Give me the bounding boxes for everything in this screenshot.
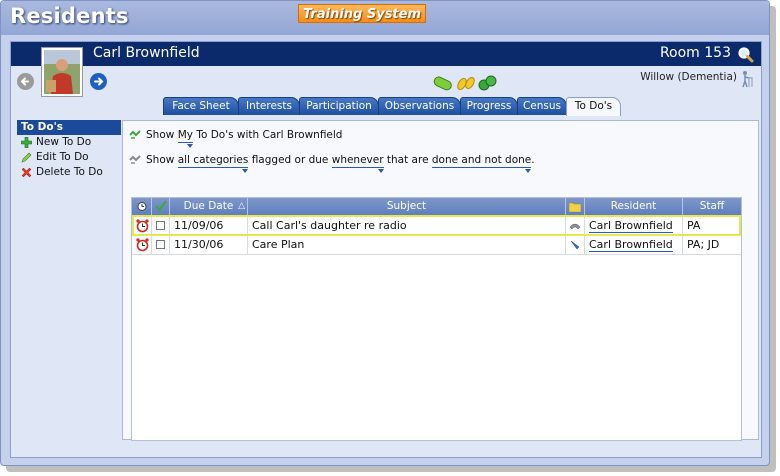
filter-show-label-1: Show bbox=[146, 129, 175, 141]
categories-dropdown[interactable]: all categories bbox=[177, 154, 249, 173]
app-window: Residents Training System Carl Brownfiel… bbox=[0, 0, 770, 466]
alarm-clock-icon bbox=[136, 238, 149, 252]
row-subject: Care Plan bbox=[248, 236, 566, 254]
tab-observations[interactable]: Observations bbox=[378, 97, 461, 115]
row-done-checkbox[interactable] bbox=[152, 217, 170, 234]
tab-interests[interactable]: Interests bbox=[238, 97, 300, 115]
sidebar: To Do's New To Do Edit To Do Delete To D… bbox=[17, 120, 121, 450]
tablets-icon bbox=[478, 75, 497, 91]
category-filter-line: Show all categories flagged or due whene… bbox=[129, 154, 535, 173]
table-row[interactable]: 11/09/06 Call Carl's daughter re radio C… bbox=[132, 215, 741, 236]
row-alarm bbox=[132, 236, 152, 254]
owner-dropdown[interactable]: My bbox=[177, 129, 194, 148]
row-done-checkbox[interactable] bbox=[152, 236, 170, 254]
tab-face-sheet[interactable]: Face Sheet bbox=[163, 97, 239, 115]
previous-resident-button[interactable] bbox=[17, 73, 34, 90]
pencil-icon bbox=[21, 152, 32, 163]
row-type bbox=[566, 236, 585, 254]
row-due-date: 11/30/06 bbox=[170, 236, 248, 254]
due-date-header: Due Date bbox=[183, 200, 234, 212]
sidebar-title: To Do's bbox=[17, 120, 121, 135]
delete-to-do-label: Delete To Do bbox=[36, 166, 103, 178]
training-system-badge: Training System bbox=[298, 4, 426, 23]
capsules-icon bbox=[457, 77, 475, 90]
resident-link[interactable]: Carl Brownfield bbox=[589, 238, 673, 252]
column-staff[interactable]: Staff bbox=[683, 198, 741, 215]
to-do-table: Due Date △ Subject Resident Staff 11/09/… bbox=[131, 197, 742, 441]
row-resident: Carl Brownfield bbox=[585, 236, 683, 254]
row-resident: Carl Brownfield bbox=[585, 217, 683, 234]
when-dropdown[interactable]: whenever bbox=[331, 154, 384, 173]
delete-x-icon bbox=[21, 167, 32, 178]
filter-link-icon bbox=[129, 155, 141, 164]
edit-to-do-label: Edit To Do bbox=[36, 151, 89, 163]
row-due-date: 11/09/06 bbox=[170, 217, 248, 234]
owner-filter-line: Show My To Do's with Carl Brownfield bbox=[129, 129, 343, 148]
tab-participation[interactable]: Participation bbox=[299, 97, 379, 115]
arrow-left-icon bbox=[20, 77, 29, 86]
alarm-clock-icon bbox=[136, 219, 149, 233]
delete-to-do-button[interactable]: Delete To Do bbox=[17, 165, 121, 180]
to-do-content: Show My To Do's with Carl Brownfield Sho… bbox=[122, 120, 759, 441]
tab-progress[interactable]: Progress bbox=[460, 97, 518, 115]
sort-ascending-icon: △ bbox=[238, 201, 245, 211]
search-icon[interactable] bbox=[737, 46, 754, 63]
app-title: Residents bbox=[10, 4, 129, 28]
column-done[interactable] bbox=[152, 198, 170, 215]
row-alarm bbox=[134, 217, 152, 234]
table-header: Due Date △ Subject Resident Staff bbox=[132, 198, 741, 215]
edit-to-do-button[interactable]: Edit To Do bbox=[17, 150, 121, 165]
phone-icon bbox=[569, 223, 581, 230]
that-are-text: that are bbox=[386, 154, 429, 166]
row-staff: PA bbox=[687, 219, 701, 232]
owner-filter-text: To Do's with Carl Brownfield bbox=[196, 129, 343, 141]
row-type bbox=[566, 217, 585, 234]
medication-icons bbox=[433, 75, 497, 91]
alarm-clock-icon bbox=[137, 202, 146, 211]
tab-to-dos[interactable]: To Do's bbox=[566, 97, 621, 116]
room-number: Room 153 bbox=[659, 45, 731, 61]
walker-icon bbox=[742, 71, 753, 88]
next-resident-button[interactable] bbox=[90, 73, 107, 90]
title-bar: Residents Training System bbox=[1, 1, 769, 35]
arrow-right-icon bbox=[94, 77, 104, 86]
table-row[interactable]: 11/30/06 Care Plan Carl Brownfield PA; J… bbox=[132, 236, 741, 255]
status-dropdown[interactable]: done and not done bbox=[431, 154, 532, 173]
checkmark-icon bbox=[154, 200, 167, 212]
column-due-date[interactable]: Due Date △ bbox=[170, 198, 248, 215]
plus-icon bbox=[21, 137, 32, 148]
tab-census[interactable]: Census bbox=[517, 97, 567, 115]
filter-link-icon bbox=[129, 130, 141, 139]
resident-link[interactable]: Carl Brownfield bbox=[589, 219, 673, 233]
period-text: . bbox=[531, 154, 535, 166]
resident-header: Carl Brownfield Room 153 bbox=[11, 42, 761, 66]
filter-show-label-2: Show bbox=[146, 154, 175, 166]
resident-panel: Carl Brownfield Room 153 Willow (Dementi… bbox=[10, 41, 762, 458]
new-to-do-button[interactable]: New To Do bbox=[17, 135, 121, 150]
column-resident[interactable]: Resident bbox=[585, 198, 683, 215]
pen-icon bbox=[570, 240, 580, 250]
resident-unit: Willow (Dementia) bbox=[640, 71, 737, 83]
row-subject: Call Carl's daughter re radio bbox=[248, 217, 566, 234]
resident-photo bbox=[41, 47, 83, 97]
flagged-text: flagged or due bbox=[251, 154, 329, 166]
new-to-do-label: New To Do bbox=[36, 136, 92, 148]
column-subject[interactable]: Subject bbox=[248, 198, 566, 215]
column-alarm[interactable] bbox=[132, 198, 152, 215]
row-staff: PA; JD bbox=[687, 238, 720, 251]
column-type[interactable] bbox=[566, 198, 585, 215]
resident-name: Carl Brownfield bbox=[93, 45, 200, 61]
folder-icon bbox=[568, 202, 582, 213]
pill-icon bbox=[433, 76, 452, 91]
